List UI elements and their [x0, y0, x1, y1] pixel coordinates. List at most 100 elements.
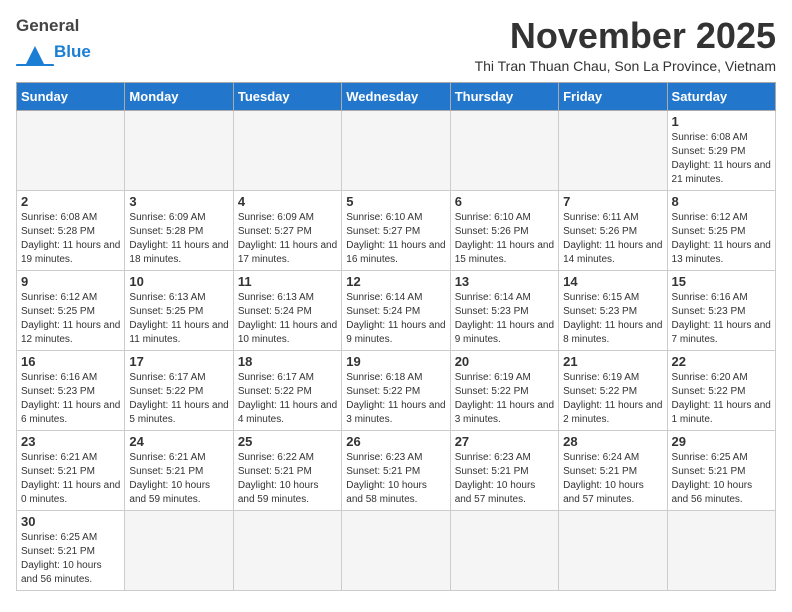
- header: General Blue November 2025 Thi Tran Thua…: [16, 16, 776, 74]
- day-number: 24: [129, 434, 228, 449]
- calendar-cell: [125, 510, 233, 590]
- day-info: Sunrise: 6:19 AM Sunset: 5:22 PM Dayligh…: [563, 371, 662, 427]
- calendar-cell: [233, 510, 341, 590]
- calendar-cell: 11Sunrise: 6:13 AM Sunset: 5:24 PM Dayli…: [233, 270, 341, 350]
- day-number: 6: [455, 194, 554, 209]
- calendar-cell: [559, 110, 667, 190]
- month-title: November 2025: [475, 16, 776, 56]
- calendar-cell: [559, 510, 667, 590]
- calendar-cell: [17, 110, 125, 190]
- day-info: Sunrise: 6:10 AM Sunset: 5:26 PM Dayligh…: [455, 211, 554, 267]
- calendar-week-row: 1 Sunrise: 6:08 AM Sunset: 5:29 PM Daylig…: [17, 110, 776, 190]
- calendar-cell: 30 Sunrise: 6:25 AM Sunset: 5:21 PM Dayli…: [17, 510, 125, 590]
- day-info: Sunrise: 6:14 AM Sunset: 5:23 PM Dayligh…: [455, 291, 554, 347]
- day-info: Sunrise: 6:22 AM Sunset: 5:21 PM Dayligh…: [238, 451, 337, 507]
- day-number: 18: [238, 354, 337, 369]
- day-number: 21: [563, 354, 662, 369]
- weekday-header-monday: Monday: [125, 82, 233, 110]
- calendar-cell: 29 Sunrise: 6:25 AM Sunset: 5:21 PM Dayli…: [667, 430, 775, 510]
- day-info: Sunrise: 6:25 AM Sunset: 5:21 PM Dayligh…: [672, 451, 771, 507]
- day-info: Sunrise: 6:08 AM Sunset: 5:28 PM Dayligh…: [21, 211, 120, 267]
- weekday-header-friday: Friday: [559, 82, 667, 110]
- logo-blue: Blue: [54, 42, 91, 62]
- calendar-cell: 3 Sunrise: 6:09 AM Sunset: 5:28 PM Daylig…: [125, 190, 233, 270]
- day-info: Sunrise: 6:13 AM Sunset: 5:25 PM Dayligh…: [129, 291, 228, 347]
- day-info: Sunrise: 6:12 AM Sunset: 5:25 PM Dayligh…: [21, 291, 120, 347]
- calendar-cell: 23Sunrise: 6:21 AM Sunset: 5:21 PM Dayli…: [17, 430, 125, 510]
- day-info: Sunrise: 6:12 AM Sunset: 5:25 PM Dayligh…: [672, 211, 771, 267]
- day-info: Sunrise: 6:09 AM Sunset: 5:27 PM Dayligh…: [238, 211, 337, 267]
- calendar-cell: [342, 110, 450, 190]
- day-number: 15: [672, 274, 771, 289]
- day-number: 8: [672, 194, 771, 209]
- calendar-cell: 2Sunrise: 6:08 AM Sunset: 5:28 PM Daylig…: [17, 190, 125, 270]
- calendar-cell: 8 Sunrise: 6:12 AM Sunset: 5:25 PM Daylig…: [667, 190, 775, 270]
- day-info: Sunrise: 6:17 AM Sunset: 5:22 PM Dayligh…: [129, 371, 228, 427]
- calendar-week-row: 2Sunrise: 6:08 AM Sunset: 5:28 PM Daylig…: [17, 190, 776, 270]
- calendar-week-row: 30 Sunrise: 6:25 AM Sunset: 5:21 PM Dayli…: [17, 510, 776, 590]
- title-area: November 2025 Thi Tran Thuan Chau, Son L…: [475, 16, 776, 74]
- calendar-cell: 26 Sunrise: 6:23 AM Sunset: 5:21 PM Dayli…: [342, 430, 450, 510]
- calendar-cell: 17 Sunrise: 6:17 AM Sunset: 5:22 PM Dayli…: [125, 350, 233, 430]
- calendar-cell: 28 Sunrise: 6:24 AM Sunset: 5:21 PM Dayli…: [559, 430, 667, 510]
- calendar-cell: 12Sunrise: 6:14 AM Sunset: 5:24 PM Dayli…: [342, 270, 450, 350]
- calendar-cell: 27Sunrise: 6:23 AM Sunset: 5:21 PM Dayli…: [450, 430, 558, 510]
- calendar-cell: 6 Sunrise: 6:10 AM Sunset: 5:26 PM Daylig…: [450, 190, 558, 270]
- calendar-cell: [125, 110, 233, 190]
- day-number: 26: [346, 434, 445, 449]
- calendar-cell: 10 Sunrise: 6:13 AM Sunset: 5:25 PM Dayli…: [125, 270, 233, 350]
- day-info: Sunrise: 6:23 AM Sunset: 5:21 PM Dayligh…: [455, 451, 554, 507]
- subtitle: Thi Tran Thuan Chau, Son La Province, Vi…: [475, 58, 776, 74]
- day-number: 23: [21, 434, 120, 449]
- day-info: Sunrise: 6:25 AM Sunset: 5:21 PM Dayligh…: [21, 531, 120, 587]
- calendar-cell: 5Sunrise: 6:10 AM Sunset: 5:27 PM Daylig…: [342, 190, 450, 270]
- weekday-header-wednesday: Wednesday: [342, 82, 450, 110]
- logo-general: General: [16, 16, 79, 36]
- calendar-cell: [667, 510, 775, 590]
- day-info: Sunrise: 6:11 AM Sunset: 5:26 PM Dayligh…: [563, 211, 662, 267]
- day-info: Sunrise: 6:15 AM Sunset: 5:23 PM Dayligh…: [563, 291, 662, 347]
- day-info: Sunrise: 6:20 AM Sunset: 5:22 PM Dayligh…: [672, 371, 771, 427]
- day-info: Sunrise: 6:09 AM Sunset: 5:28 PM Dayligh…: [129, 211, 228, 267]
- day-info: Sunrise: 6:16 AM Sunset: 5:23 PM Dayligh…: [672, 291, 771, 347]
- weekday-header-sunday: Sunday: [17, 82, 125, 110]
- day-info: Sunrise: 6:18 AM Sunset: 5:22 PM Dayligh…: [346, 371, 445, 427]
- calendar-cell: 4Sunrise: 6:09 AM Sunset: 5:27 PM Daylig…: [233, 190, 341, 270]
- calendar-cell: 19Sunrise: 6:18 AM Sunset: 5:22 PM Dayli…: [342, 350, 450, 430]
- calendar-cell: 22Sunrise: 6:20 AM Sunset: 5:22 PM Dayli…: [667, 350, 775, 430]
- day-info: Sunrise: 6:24 AM Sunset: 5:21 PM Dayligh…: [563, 451, 662, 507]
- day-number: 11: [238, 274, 337, 289]
- day-number: 3: [129, 194, 228, 209]
- day-info: Sunrise: 6:08 AM Sunset: 5:29 PM Dayligh…: [672, 131, 771, 187]
- calendar-cell: 20Sunrise: 6:19 AM Sunset: 5:22 PM Dayli…: [450, 350, 558, 430]
- calendar-week-row: 23Sunrise: 6:21 AM Sunset: 5:21 PM Dayli…: [17, 430, 776, 510]
- calendar-week-row: 16Sunrise: 6:16 AM Sunset: 5:23 PM Dayli…: [17, 350, 776, 430]
- calendar-cell: 14Sunrise: 6:15 AM Sunset: 5:23 PM Dayli…: [559, 270, 667, 350]
- calendar-cell: 7Sunrise: 6:11 AM Sunset: 5:26 PM Daylig…: [559, 190, 667, 270]
- day-number: 25: [238, 434, 337, 449]
- day-number: 30: [21, 514, 120, 529]
- calendar-cell: 9 Sunrise: 6:12 AM Sunset: 5:25 PM Daylig…: [17, 270, 125, 350]
- calendar-cell: 21 Sunrise: 6:19 AM Sunset: 5:22 PM Dayli…: [559, 350, 667, 430]
- calendar-cell: [450, 110, 558, 190]
- day-number: 12: [346, 274, 445, 289]
- day-info: Sunrise: 6:23 AM Sunset: 5:21 PM Dayligh…: [346, 451, 445, 507]
- day-info: Sunrise: 6:17 AM Sunset: 5:22 PM Dayligh…: [238, 371, 337, 427]
- logo-triangle-icon: [16, 38, 54, 66]
- weekday-header-thursday: Thursday: [450, 82, 558, 110]
- weekday-header-saturday: Saturday: [667, 82, 775, 110]
- day-info: Sunrise: 6:10 AM Sunset: 5:27 PM Dayligh…: [346, 211, 445, 267]
- day-number: 10: [129, 274, 228, 289]
- day-number: 17: [129, 354, 228, 369]
- day-number: 28: [563, 434, 662, 449]
- day-number: 9: [21, 274, 120, 289]
- calendar-cell: [342, 510, 450, 590]
- day-number: 1: [672, 114, 771, 129]
- logo: General Blue: [16, 16, 91, 66]
- day-number: 16: [21, 354, 120, 369]
- calendar-cell: 13 Sunrise: 6:14 AM Sunset: 5:23 PM Dayli…: [450, 270, 558, 350]
- day-number: 29: [672, 434, 771, 449]
- weekday-header-tuesday: Tuesday: [233, 82, 341, 110]
- day-number: 13: [455, 274, 554, 289]
- day-info: Sunrise: 6:19 AM Sunset: 5:22 PM Dayligh…: [455, 371, 554, 427]
